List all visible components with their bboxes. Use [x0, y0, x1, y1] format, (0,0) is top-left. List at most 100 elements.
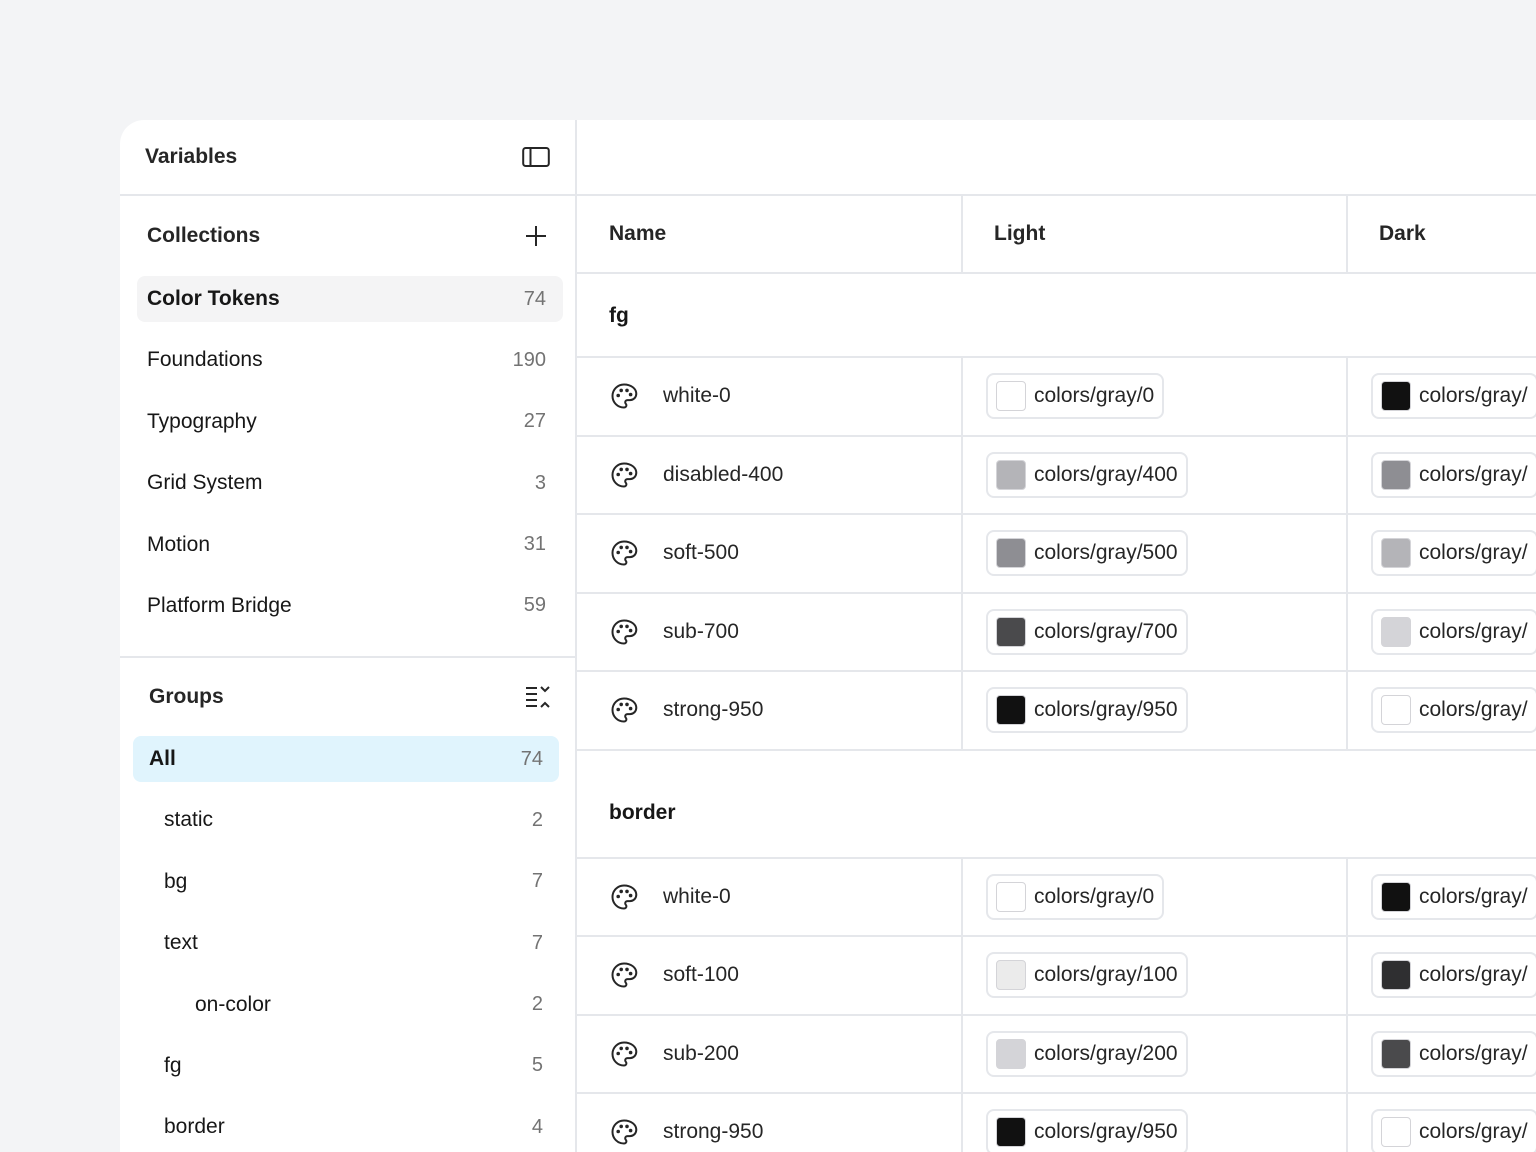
collection-item[interactable]: Foundations 190: [137, 337, 563, 383]
collections-list: Color Tokens 74 Foundations 190 Typography 27…: [120, 276, 575, 629]
collection-count: 74: [523, 287, 546, 310]
dark-value: colors/gray/: [1419, 462, 1528, 486]
group-label: on-color: [195, 992, 271, 1016]
palette-icon: [609, 695, 639, 725]
light-value-chip[interactable]: colors/gray/100: [986, 952, 1188, 998]
groups-title: Groups: [149, 685, 224, 708]
dark-value-chip[interactable]: colors/gray/: [1371, 608, 1536, 655]
collection-label: Grid System: [147, 471, 263, 495]
collection-item[interactable]: Color Tokens 74: [137, 276, 563, 322]
group-item[interactable]: border 4: [133, 1104, 559, 1150]
column-divider: [961, 856, 963, 1152]
light-value-chip[interactable]: colors/gray/200: [986, 1030, 1188, 1077]
column-header-dark[interactable]: Dark: [1379, 196, 1426, 272]
table-toolbar: [577, 120, 1536, 196]
sidebar-panel-icon[interactable]: [521, 142, 551, 172]
variable-name-cell[interactable]: disabled-400: [609, 437, 783, 513]
color-swatch: [996, 538, 1026, 568]
variable-name: sub-700: [663, 619, 739, 643]
group-count: 2: [531, 808, 543, 831]
variable-name-cell[interactable]: strong-950: [609, 1094, 763, 1152]
collection-item[interactable]: Motion 31: [137, 522, 563, 568]
light-value: colors/gray/0: [1034, 884, 1155, 908]
variable-name-cell[interactable]: white-0: [609, 358, 731, 434]
light-value: colors/gray/100: [1034, 963, 1178, 986]
collection-label: Typography: [147, 409, 257, 433]
collection-count: 59: [523, 594, 546, 617]
dark-value-chip[interactable]: colors/gray/: [1371, 952, 1536, 998]
dark-value-chip[interactable]: colors/gray/: [1371, 1030, 1536, 1077]
color-swatch: [1381, 1038, 1411, 1069]
palette-icon: [609, 617, 639, 647]
color-swatch: [1381, 1117, 1411, 1147]
palette-icon: [609, 882, 639, 912]
dark-value-chip[interactable]: colors/gray/: [1371, 873, 1536, 920]
group-item[interactable]: text 7: [133, 920, 559, 966]
collection-count: 190: [512, 348, 546, 371]
light-value: colors/gray/500: [1034, 541, 1178, 564]
group-item[interactable]: on-color 2: [133, 982, 559, 1028]
light-value-chip[interactable]: colors/gray/400: [986, 451, 1188, 498]
collapse-list-icon[interactable]: [523, 682, 553, 712]
group-item[interactable]: static 2: [133, 797, 559, 843]
variable-name: strong-950: [663, 698, 764, 721]
light-value-chip[interactable]: colors/gray/0: [986, 373, 1165, 419]
collection-label: Color Tokens: [147, 287, 280, 310]
group-label: All: [149, 747, 176, 770]
column-header-name[interactable]: Name: [609, 196, 666, 272]
collection-item[interactable]: Grid System 3: [137, 460, 563, 506]
palette-icon: [609, 960, 639, 990]
color-swatch: [1381, 881, 1411, 912]
palette-icon: [609, 538, 639, 568]
dark-value-chip[interactable]: colors/gray/: [1371, 687, 1536, 733]
variable-name-cell[interactable]: sub-700: [609, 594, 739, 670]
color-swatch: [996, 616, 1026, 647]
variable-name-cell[interactable]: sub-200: [609, 1016, 739, 1092]
light-value-chip[interactable]: colors/gray/950: [986, 687, 1188, 733]
light-value: colors/gray/400: [1034, 462, 1178, 486]
variable-name-cell[interactable]: white-0: [609, 859, 731, 935]
light-value-chip[interactable]: colors/gray/950: [986, 1109, 1188, 1152]
color-swatch: [996, 960, 1026, 990]
light-value-chip[interactable]: colors/gray/500: [986, 530, 1188, 576]
collection-label: Motion: [147, 532, 211, 556]
color-swatch: [1381, 381, 1411, 411]
variable-name-cell[interactable]: soft-100: [609, 937, 739, 1013]
light-value-chip[interactable]: colors/gray/700: [986, 608, 1188, 655]
collection-item[interactable]: Platform Bridge 59: [137, 583, 563, 629]
dark-value: colors/gray/: [1419, 1041, 1528, 1065]
color-swatch: [996, 881, 1026, 912]
column-header-light[interactable]: Light: [994, 196, 1045, 272]
dark-value-chip[interactable]: colors/gray/: [1371, 1109, 1536, 1152]
dark-value: colors/gray/: [1419, 963, 1528, 986]
dark-value: colors/gray/: [1419, 619, 1528, 643]
table-header: Name Light Dark: [577, 196, 1536, 274]
variable-name: disabled-400: [663, 462, 784, 486]
group-item[interactable]: All 74: [133, 736, 559, 782]
group-label: border: [164, 1115, 225, 1139]
variable-name-cell[interactable]: soft-500: [609, 515, 739, 591]
group-count: 74: [520, 747, 543, 770]
light-value: colors/gray/200: [1034, 1041, 1178, 1065]
group-count: 4: [531, 1115, 543, 1138]
group-count: 7: [531, 870, 543, 893]
column-divider: [961, 356, 963, 749]
color-swatch: [1381, 616, 1411, 647]
dark-value-chip[interactable]: colors/gray/: [1371, 451, 1536, 498]
dark-value-chip[interactable]: colors/gray/: [1371, 530, 1536, 576]
light-value-chip[interactable]: colors/gray/0: [986, 873, 1165, 920]
variable-name: soft-500: [663, 541, 739, 564]
dark-value-chip[interactable]: colors/gray/: [1371, 373, 1536, 419]
group-item[interactable]: bg 7: [133, 859, 559, 905]
group-label: bg: [164, 869, 188, 893]
collection-item[interactable]: Typography 27: [137, 399, 563, 445]
collections-header: Collections: [120, 196, 575, 276]
palette-icon: [609, 1117, 639, 1147]
variable-name-cell[interactable]: strong-950: [609, 672, 763, 748]
column-divider: [961, 196, 963, 274]
group-label: fg: [164, 1053, 182, 1077]
color-swatch: [996, 695, 1026, 725]
group-item[interactable]: fg 5: [133, 1043, 559, 1089]
collection-label: Platform Bridge: [147, 593, 292, 617]
plus-icon[interactable]: [521, 221, 551, 251]
